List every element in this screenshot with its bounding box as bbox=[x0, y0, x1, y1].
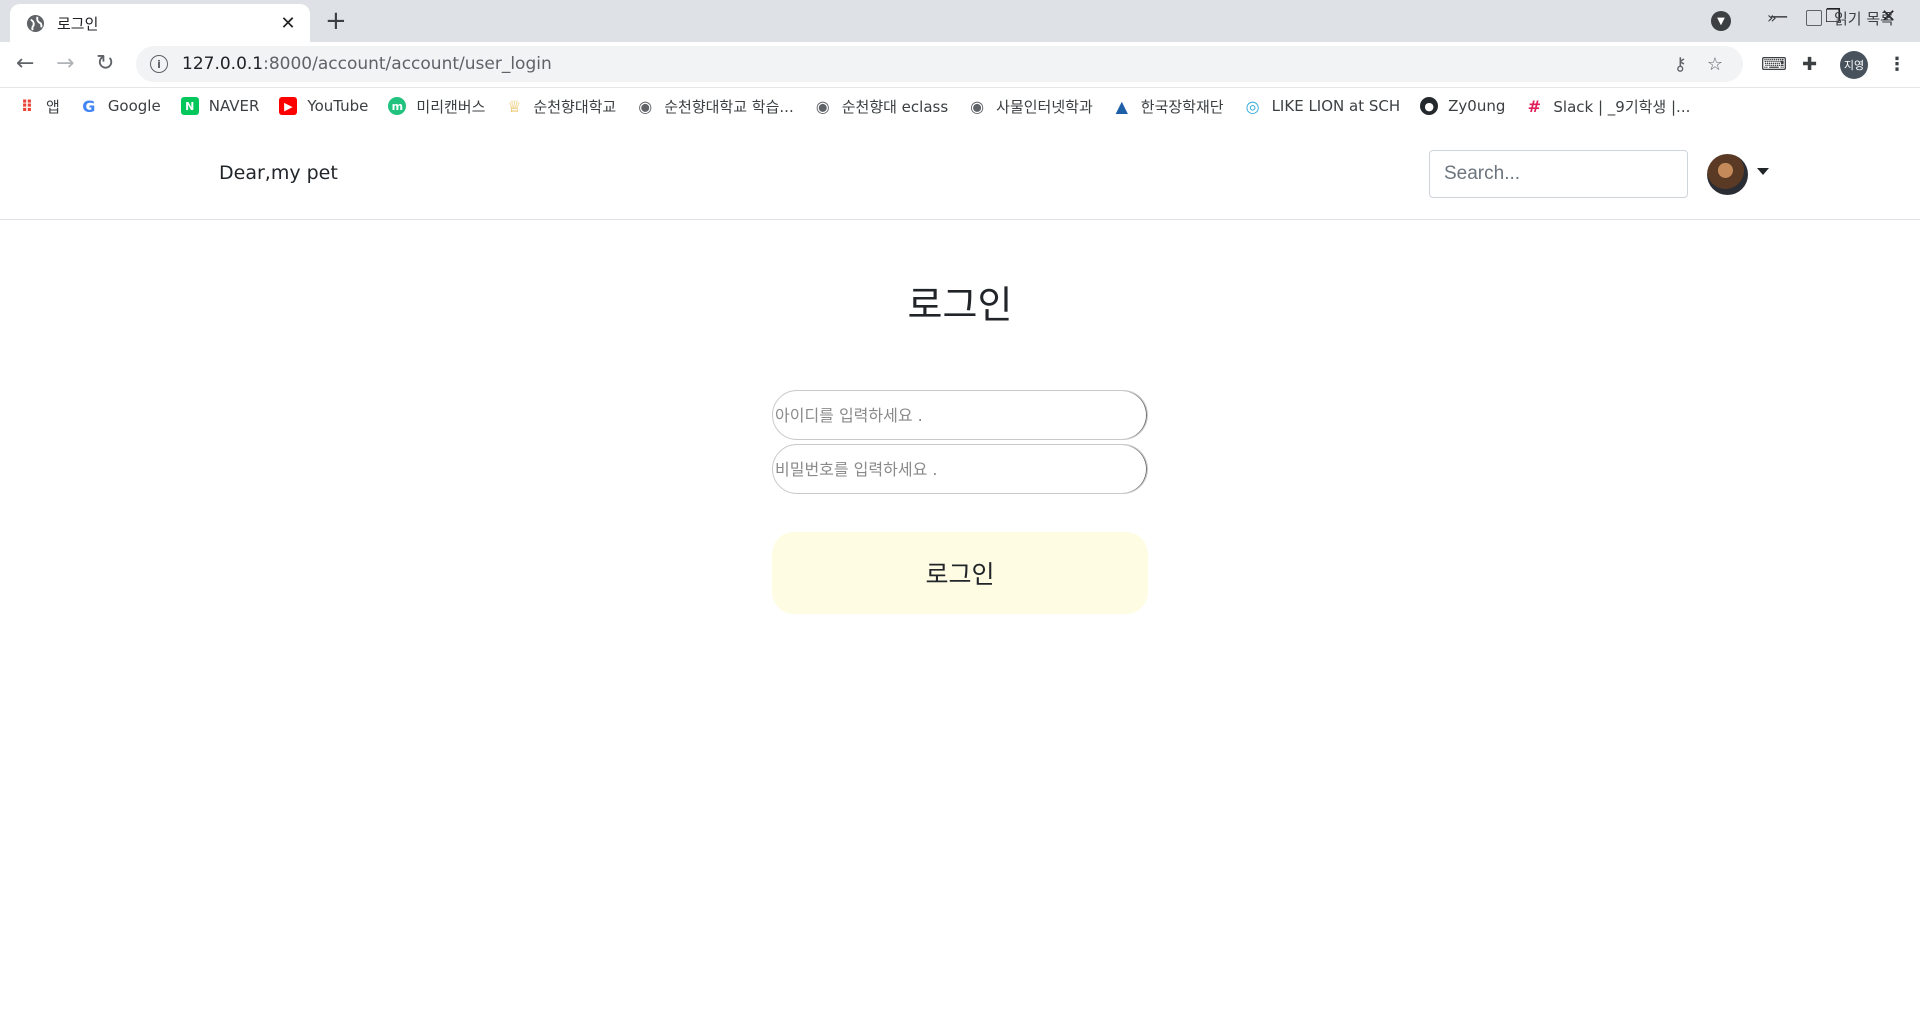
login-button[interactable]: 로그인 bbox=[772, 532, 1148, 614]
bookmark-item[interactable]: ◎ LIKE LION at SCH bbox=[1244, 96, 1401, 116]
bookmark-item[interactable]: ⠿ 앱 bbox=[18, 96, 60, 117]
globe-icon: ◉ bbox=[638, 96, 653, 116]
username-field[interactable] bbox=[772, 390, 1148, 440]
url-text[interactable]: 127.0.0.1:8000/account/account/user_logi… bbox=[182, 54, 1674, 74]
brand-link[interactable]: Dear,my pet bbox=[219, 162, 338, 184]
bookmark-label: Google bbox=[107, 97, 161, 115]
bookmark-label: LIKE LION at SCH bbox=[1271, 97, 1401, 115]
forward-arrow-icon[interactable]: → bbox=[56, 51, 74, 77]
bookmark-item[interactable]: m 미리캔버스 bbox=[388, 96, 485, 117]
tab-search-icon[interactable]: ▼ bbox=[1711, 11, 1731, 31]
reading-list-icon bbox=[1806, 10, 1822, 26]
bookmark-label: Zy0ung bbox=[1448, 97, 1506, 115]
new-tab-button[interactable]: + bbox=[325, 8, 347, 34]
bookmark-item[interactable]: ● Zy0ung bbox=[1420, 97, 1505, 115]
browser-toolbar: ← → ↻ i 127.0.0.1:8000/account/account/u… bbox=[0, 42, 1920, 88]
bookmark-label: 미리캔버스 bbox=[416, 97, 486, 116]
page-content: Dear,my pet 로그인 로그인 bbox=[0, 124, 1920, 1030]
keyboard-icon[interactable]: ⌨ bbox=[1761, 54, 1787, 75]
reload-icon[interactable]: ↻ bbox=[96, 51, 114, 77]
bookmark-item[interactable]: N NAVER bbox=[180, 97, 260, 115]
graduation-cap-icon: ▲ bbox=[1115, 96, 1128, 116]
miricanvas-icon: m bbox=[388, 97, 407, 115]
reading-list-button[interactable]: 읽기 목록 bbox=[1806, 0, 1894, 36]
sch-logo-icon: ♕ bbox=[507, 96, 522, 116]
slack-icon: # bbox=[1527, 96, 1542, 116]
page-title: 로그인 bbox=[907, 283, 1013, 327]
bookmark-label: 순천향대 eclass bbox=[841, 97, 949, 116]
globe-icon bbox=[26, 14, 45, 32]
menu-kebab-icon[interactable]: ⋮ bbox=[1888, 54, 1906, 75]
globe-icon: ◉ bbox=[815, 96, 830, 116]
browser-tabstrip: 로그인 ✕ + ▼ — ❐ ✕ bbox=[0, 0, 1920, 42]
bookmark-label: Slack | _9기학생 |... bbox=[1553, 97, 1691, 116]
bookmark-item[interactable]: # Slack | _9기학생 |... bbox=[1525, 96, 1691, 117]
youtube-icon: ▶ bbox=[279, 97, 298, 115]
address-bar[interactable]: i 127.0.0.1:8000/account/account/user_lo… bbox=[136, 46, 1743, 82]
bookmark-label: 사물인터넷학과 bbox=[996, 97, 1093, 116]
naver-icon: N bbox=[180, 97, 199, 115]
close-icon[interactable]: ✕ bbox=[278, 13, 298, 34]
apps-grid-icon: ⠿ bbox=[20, 96, 34, 116]
bookmark-label: YouTube bbox=[307, 97, 369, 115]
bookmark-label: 순천향대학교 bbox=[533, 97, 617, 116]
bookmark-item[interactable]: G Google bbox=[80, 96, 161, 116]
site-navbar: Dear,my pet bbox=[0, 124, 1920, 220]
profile-avatar[interactable]: 지영 bbox=[1840, 51, 1868, 79]
google-icon: G bbox=[82, 96, 96, 116]
likelion-icon: ◎ bbox=[1245, 96, 1260, 116]
github-icon: ● bbox=[1420, 97, 1439, 115]
tab-title: 로그인 bbox=[57, 14, 99, 33]
key-icon[interactable]: ⚷ bbox=[1674, 54, 1687, 75]
globe-icon: ◉ bbox=[970, 96, 985, 116]
bookmark-item[interactable]: ▶ YouTube bbox=[279, 97, 368, 115]
chevron-down-icon[interactable] bbox=[1757, 168, 1769, 175]
password-field[interactable] bbox=[772, 444, 1148, 494]
reading-list-label: 읽기 목록 bbox=[1834, 9, 1894, 28]
bookmark-label: 한국장학재단 bbox=[1140, 97, 1224, 116]
bookmark-label: 순천향대학교 학습... bbox=[664, 97, 794, 116]
bookmark-item[interactable]: ▲ 한국장학재단 bbox=[1113, 96, 1224, 117]
extensions-puzzle-icon[interactable]: ✚ bbox=[1802, 54, 1817, 75]
bookmark-label: NAVER bbox=[208, 97, 260, 115]
star-icon[interactable]: ☆ bbox=[1707, 54, 1723, 75]
search-input[interactable] bbox=[1429, 150, 1688, 198]
bookmark-item[interactable]: ♕ 순천향대학교 bbox=[505, 96, 616, 117]
site-info-icon[interactable]: i bbox=[150, 55, 168, 73]
browser-tab[interactable]: 로그인 ✕ bbox=[10, 4, 310, 42]
bookmarks-overflow-icon[interactable]: » bbox=[1767, 8, 1777, 27]
bookmark-item[interactable]: ◉ 순천향대학교 학습... bbox=[636, 96, 793, 117]
bookmark-item[interactable]: ◉ 순천향대 eclass bbox=[814, 96, 948, 117]
bookmark-label: 앱 bbox=[46, 97, 60, 116]
back-arrow-icon[interactable]: ← bbox=[16, 51, 34, 77]
bookmark-item[interactable]: ◉ 사물인터넷학과 bbox=[968, 96, 1093, 117]
user-avatar[interactable] bbox=[1707, 154, 1748, 195]
bookmarks-bar: ⠿ 앱 G Google N NAVER ▶ YouTube m 미리캔버스 ♕ 순천향대학교 ◉ 순천향… bbox=[0, 88, 1920, 124]
